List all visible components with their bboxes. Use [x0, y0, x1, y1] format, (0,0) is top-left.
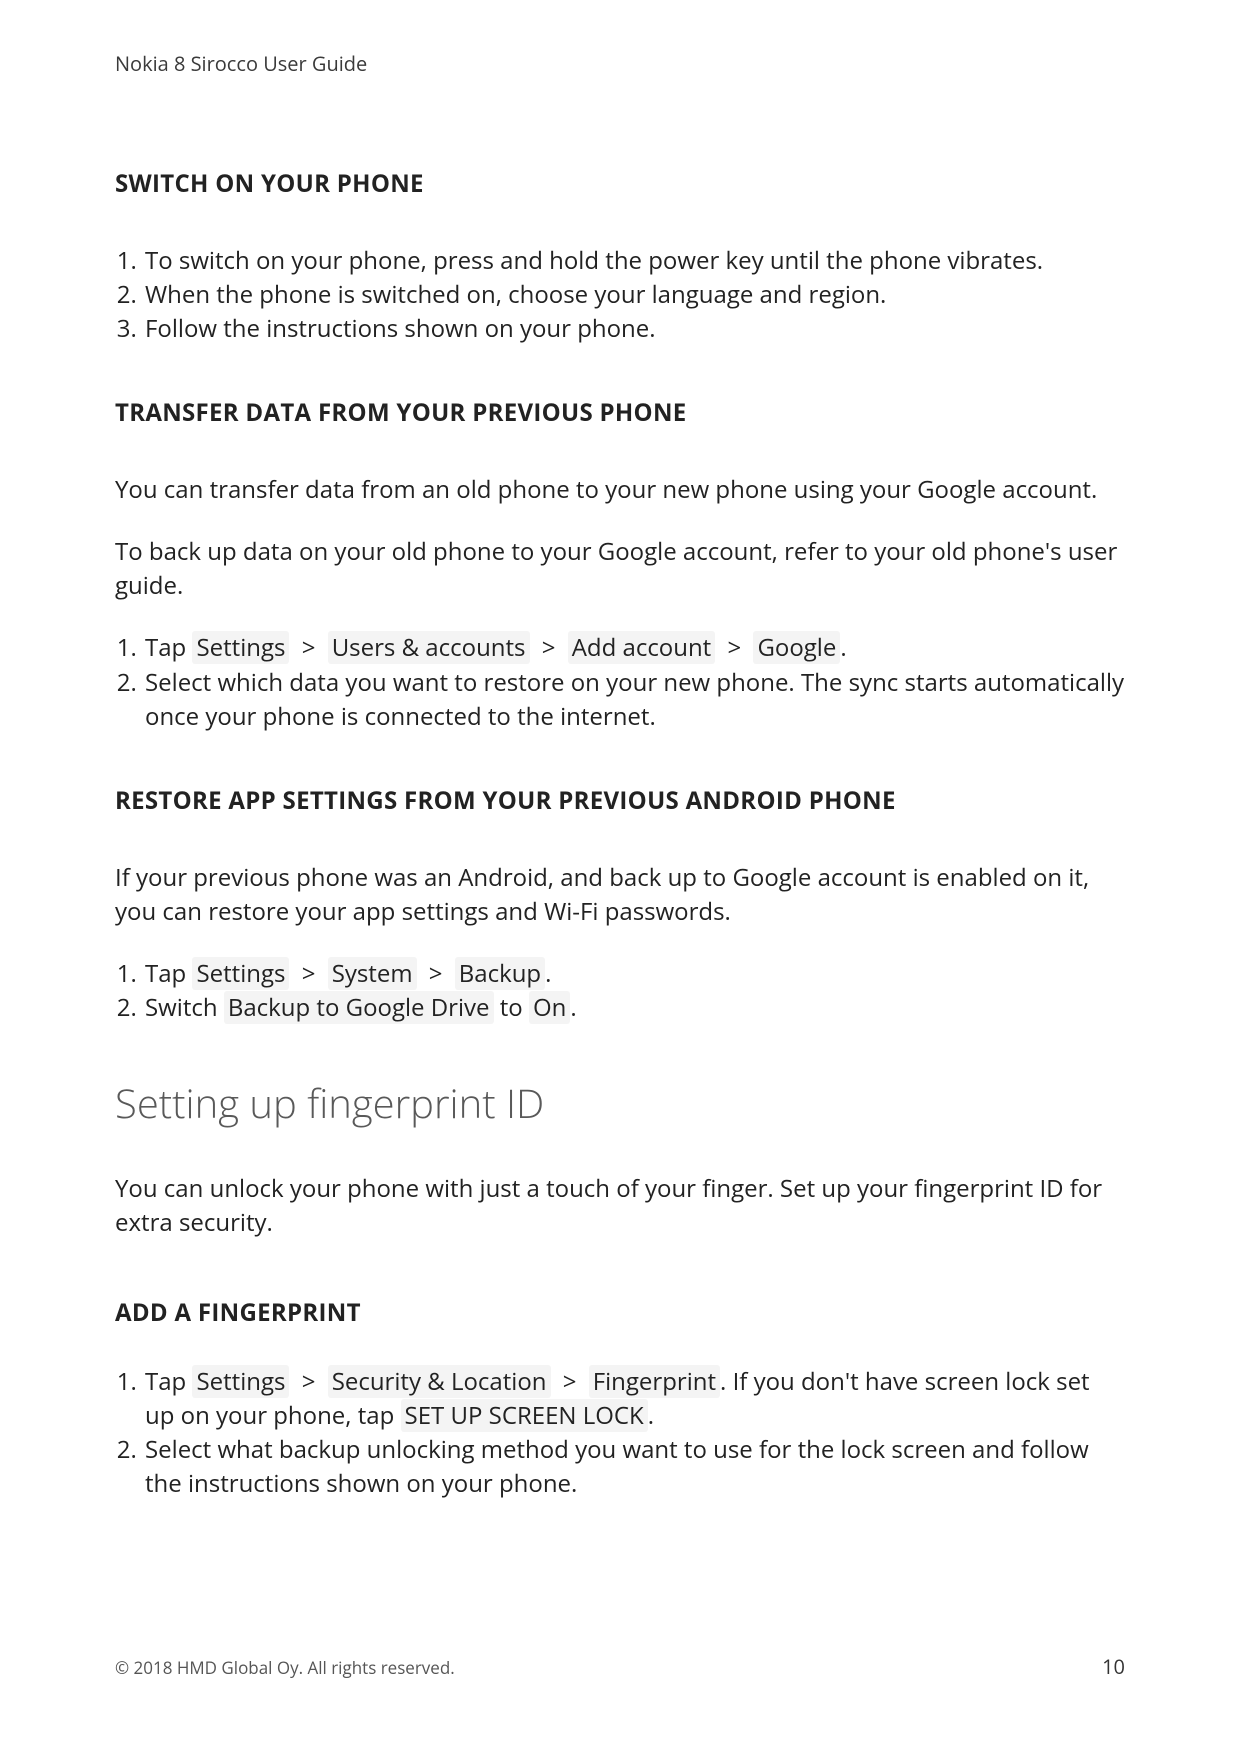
page-footer: © 2018 HMD Global Oy. All rights reserve… — [115, 1653, 1125, 1680]
chevron-right-icon: > — [296, 1365, 322, 1398]
text: to — [500, 991, 529, 1024]
text: Tap — [145, 1365, 192, 1398]
chevron-right-icon: > — [296, 957, 322, 990]
ui-path-item: Backup — [455, 957, 545, 990]
paragraph: You can unlock your phone with just a to… — [115, 1172, 1125, 1240]
heading-switch-on: SWITCH ON YOUR PHONE — [115, 167, 1125, 200]
ui-path-item: Fingerprint — [589, 1365, 720, 1398]
list-item: Select what backup unlocking method you … — [143, 1433, 1125, 1501]
transfer-steps: Tap Settings > Users & accounts > Add ac… — [115, 631, 1125, 733]
list-item: Follow the instructions shown on your ph… — [143, 312, 1125, 346]
text: . — [545, 957, 551, 990]
paragraph: You can transfer data from an old phone … — [115, 473, 1125, 507]
chevron-right-icon: > — [721, 631, 747, 664]
chevron-right-icon: > — [536, 631, 562, 664]
chevron-right-icon: > — [557, 1365, 583, 1398]
switch-on-steps: To switch on your phone, press and hold … — [115, 244, 1125, 346]
list-item: To switch on your phone, press and hold … — [143, 244, 1125, 278]
list-item: When the phone is switched on, choose yo… — [143, 278, 1125, 312]
section-switch-on: SWITCH ON YOUR PHONE To switch on your p… — [115, 167, 1125, 346]
ui-path-item: Settings — [192, 631, 289, 664]
page-number: 10 — [1102, 1653, 1125, 1680]
heading-restore: RESTORE APP SETTINGS FROM YOUR PREVIOUS … — [115, 784, 1125, 817]
ui-path-item: Settings — [192, 957, 289, 990]
section-transfer: TRANSFER DATA FROM YOUR PREVIOUS PHONE Y… — [115, 396, 1125, 733]
copyright-text: © 2018 HMD Global Oy. All rights reserve… — [115, 1656, 455, 1679]
ui-path-item: System — [328, 957, 417, 990]
text: Tap — [145, 631, 192, 664]
ui-path-item: Backup to Google Drive — [224, 991, 494, 1024]
text: . — [840, 631, 846, 664]
list-item: Tap Settings > Security & Location > Fin… — [143, 1365, 1125, 1433]
list-item: Select which data you want to restore on… — [143, 666, 1125, 734]
section-add-fingerprint: ADD A FINGERPRINT Tap Settings > Securit… — [115, 1296, 1125, 1501]
list-item: Switch Backup to Google Drive to On. — [143, 991, 1125, 1025]
heading-transfer: TRANSFER DATA FROM YOUR PREVIOUS PHONE — [115, 396, 1125, 429]
ui-path-item: On — [529, 991, 570, 1024]
paragraph: If your previous phone was an Android, a… — [115, 861, 1125, 929]
ui-path-item: Security & Location — [328, 1365, 551, 1398]
list-item: Tap Settings > Users & accounts > Add ac… — [143, 631, 1125, 665]
list-item: Tap Settings > System > Backup. — [143, 957, 1125, 991]
restore-steps: Tap Settings > System > Backup. Switch B… — [115, 957, 1125, 1025]
text: . — [570, 991, 576, 1024]
chevron-right-icon: > — [296, 631, 322, 664]
ui-path-item: Users & accounts — [328, 631, 530, 664]
section-restore: RESTORE APP SETTINGS FROM YOUR PREVIOUS … — [115, 784, 1125, 1025]
running-header: Nokia 8 Sirocco User Guide — [115, 50, 1125, 77]
paragraph: To back up data on your old phone to you… — [115, 535, 1125, 603]
ui-path-item: SET UP SCREEN LOCK — [401, 1399, 648, 1432]
add-fingerprint-steps: Tap Settings > Security & Location > Fin… — [115, 1365, 1125, 1501]
ui-path-item: Google — [753, 631, 840, 664]
topic-heading-fingerprint: Setting up fingerprint ID — [115, 1075, 1125, 1130]
text: Switch — [145, 991, 224, 1024]
heading-add-fingerprint: ADD A FINGERPRINT — [115, 1296, 1125, 1329]
text: . — [648, 1399, 654, 1432]
chevron-right-icon: > — [423, 957, 449, 990]
ui-path-item: Settings — [192, 1365, 289, 1398]
ui-path-item: Add account — [568, 631, 716, 664]
page-body: Nokia 8 Sirocco User Guide SWITCH ON YOU… — [115, 50, 1125, 1551]
text: Tap — [145, 957, 192, 990]
